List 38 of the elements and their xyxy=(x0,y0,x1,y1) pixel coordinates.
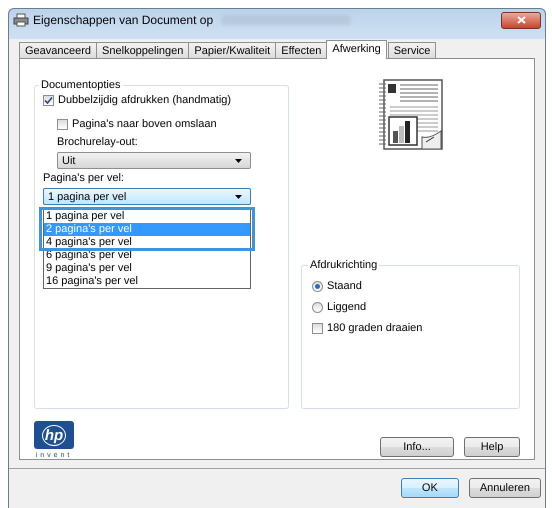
dropdown[interactable]: Uit xyxy=(57,152,251,169)
checkbox[interactable] xyxy=(312,322,323,334)
checkbox-label: Dubbelzijdig afdrukken (handmatig) xyxy=(58,94,232,106)
checkbox-label: 180 graden draaien xyxy=(327,322,422,334)
dropdown-option[interactable]: 1 pagina per vel xyxy=(44,210,250,223)
window-title: Eigenschappen van Document op xyxy=(33,13,214,27)
radio-button[interactable] xyxy=(312,302,323,312)
dropdown-option[interactable]: 16 pagina's per vel xyxy=(44,275,250,288)
tab[interactable]: Afwerking xyxy=(326,40,387,59)
help-button[interactable]: Help xyxy=(464,437,520,457)
tab[interactable]: Geavanceerd xyxy=(19,42,98,58)
tab[interactable]: Service xyxy=(388,42,436,58)
caret-icon xyxy=(235,158,242,162)
dropdown-option[interactable]: 4 pagina's per vel xyxy=(44,236,250,249)
close-icon xyxy=(516,16,526,24)
logo: hp xyxy=(34,421,74,449)
printer-icon xyxy=(13,13,29,27)
group-title: Afdrukrichting xyxy=(309,259,378,271)
field-label: Brochurelay-out: xyxy=(57,135,139,150)
tab[interactable]: Papier/Kwaliteit xyxy=(188,42,276,58)
cancel-button[interactable]: Annuleren xyxy=(468,478,541,498)
radio-button[interactable] xyxy=(312,280,323,292)
checkbox-label: Pagina's naar boven omslaan xyxy=(72,118,217,130)
dropdown[interactable]: 1 pagina per vel xyxy=(43,188,251,205)
tab[interactable]: Snelkoppelingen xyxy=(96,42,190,58)
close-button[interactable] xyxy=(501,12,541,28)
dropdown-option[interactable]: 9 pagina's per vel xyxy=(44,262,250,275)
tab[interactable]: Effecten xyxy=(275,42,328,58)
booklet-document-icon xyxy=(378,79,444,151)
info-button[interactable]: Info... xyxy=(380,437,454,457)
checkbox[interactable] xyxy=(43,94,54,106)
radio-label: Liggend xyxy=(327,301,366,313)
caret-icon xyxy=(235,194,242,198)
radio-label: Staand xyxy=(327,280,362,292)
field-label: Pagina's per vel: xyxy=(43,171,125,186)
group-title: Documentopties xyxy=(40,79,122,91)
checkbox[interactable] xyxy=(57,118,68,130)
ok-button[interactable]: OK xyxy=(400,478,459,498)
